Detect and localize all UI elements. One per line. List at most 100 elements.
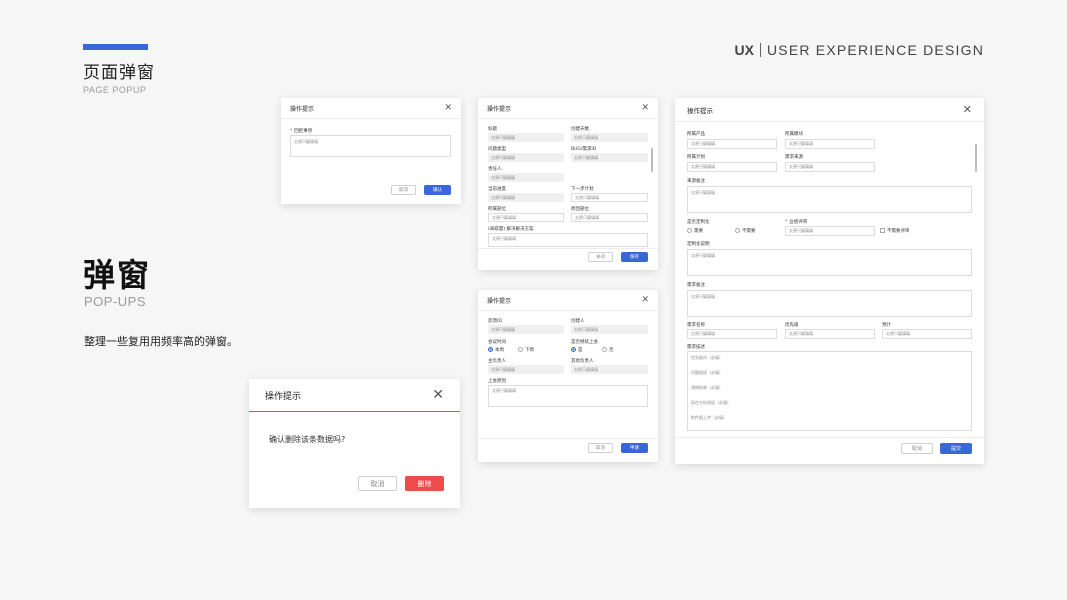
- desc-line: 附件图上传（必填）: [691, 415, 727, 420]
- field-label: 问题类型: [488, 147, 506, 152]
- dialog-meeting: 操作提示 ✕ 反馈ID 创建人 太原只疑填填 太原只疑填填 会议时间 是否继续上…: [478, 290, 658, 462]
- page-title: 页面弹窗: [83, 63, 155, 83]
- cancel-button[interactable]: 取消: [588, 443, 613, 453]
- field-label: 创建人: [571, 319, 585, 324]
- submit-button[interactable]: 提交: [940, 443, 972, 454]
- desc-line: 优先级评（必填）: [691, 355, 723, 360]
- cancel-button[interactable]: 取消: [358, 476, 397, 491]
- cancel-button[interactable]: 取消: [391, 185, 416, 195]
- footer-divider: [478, 248, 658, 249]
- save-button[interactable]: 保存: [621, 252, 648, 262]
- field-label: 定制化说明: [687, 242, 710, 247]
- brand-logo: UX: [734, 42, 754, 58]
- priority-field[interactable]: 太原只疑填填: [785, 329, 875, 339]
- field-label: 所属部位: [488, 207, 506, 212]
- close-icon[interactable]: ✕: [444, 103, 452, 113]
- field-label: 所属模块: [785, 132, 803, 137]
- close-icon[interactable]: ✕: [641, 295, 649, 305]
- product-field[interactable]: 太原只疑填填: [687, 139, 777, 149]
- page-subtitle: PAGE POPUP: [83, 85, 147, 95]
- custom-desc-textarea[interactable]: 太原只疑填填: [687, 249, 972, 276]
- solution-textarea[interactable]: 太原只疑填填: [488, 233, 648, 247]
- accent-bar: [83, 44, 148, 50]
- close-icon[interactable]: ✕: [432, 387, 444, 403]
- field-label: 需求描述: [687, 345, 705, 350]
- reason-textarea[interactable]: 太原只疑填填: [290, 135, 451, 157]
- main-owner-field[interactable]: 太原只疑填填: [488, 365, 564, 374]
- reason-textarea[interactable]: 太原只疑填填: [488, 385, 648, 407]
- dialog-title: 操作提示: [487, 297, 512, 305]
- module-select[interactable]: 太原只疑填填: [785, 139, 875, 149]
- progress-field[interactable]: 太原只疑填填: [488, 193, 564, 202]
- req-name-select[interactable]: 太原只疑填填: [687, 329, 777, 339]
- scrollbar[interactable]: [975, 144, 977, 172]
- feedback-id-field[interactable]: 太原只疑填填: [488, 325, 564, 334]
- dialog-small: 操作提示 ✕ * 回拒事项 太原只疑填填 取消 确认: [281, 98, 461, 204]
- field-label: 创建天数: [571, 127, 589, 132]
- dialog-title: 操作提示: [687, 106, 713, 115]
- close-button[interactable]: 关闭: [588, 252, 613, 262]
- field-label: BUG/需求ID: [571, 147, 597, 152]
- radio-no[interactable]: 否: [602, 347, 614, 353]
- field-label: 预计: [882, 323, 891, 328]
- source-note-textarea[interactable]: 太原只疑填填: [687, 186, 972, 213]
- brand-text: USER EXPERIENCE DESIGN: [767, 42, 984, 58]
- confirm-button[interactable]: 确认: [424, 185, 451, 195]
- desc-line: 预期结果（必填）: [691, 385, 723, 390]
- radio-need[interactable]: 需要: [687, 228, 703, 234]
- radio-this-week[interactable]: 本周: [488, 347, 504, 353]
- no-review-checkbox[interactable]: 不需要评审: [880, 228, 910, 234]
- dialog-title: 操作提示: [487, 105, 512, 113]
- other-owner-field[interactable]: 太原只疑填填: [571, 365, 648, 374]
- scrollbar[interactable]: [651, 148, 653, 172]
- cause-field[interactable]: 太原只疑填填: [571, 213, 648, 222]
- close-icon[interactable]: ✕: [641, 103, 649, 113]
- source-select[interactable]: 太原只疑填填: [785, 162, 875, 172]
- radio-yes[interactable]: 是: [571, 347, 583, 353]
- field-label: 是否定制化: [687, 220, 710, 225]
- footer-divider: [675, 437, 984, 438]
- radio-no-need[interactable]: 不需要: [735, 228, 756, 234]
- close-icon[interactable]: ✕: [963, 103, 972, 116]
- req-desc-textarea[interactable]: 优先级评（必填） 问题描述（必填） 预期结果（必填） 现在分析原因（必填） 附件…: [687, 351, 972, 431]
- estimate-field[interactable]: 太原只疑填填: [882, 329, 972, 339]
- field-label: 原因部位: [571, 207, 589, 212]
- cancel-button[interactable]: 取消: [901, 443, 933, 454]
- field-label: 当前进度: [488, 187, 506, 192]
- field-label: 上会原因: [488, 379, 506, 384]
- brand: UX USER EXPERIENCE DESIGN: [735, 42, 984, 58]
- position-field[interactable]: 太原只疑填填: [488, 213, 564, 222]
- brand-divider: [760, 43, 761, 57]
- field-label: 需求备注: [687, 283, 705, 288]
- plan-select[interactable]: 太原只疑填填: [687, 162, 777, 172]
- days-field[interactable]: 太原只疑填填: [571, 133, 648, 142]
- field-label: 优先级: [785, 323, 799, 328]
- desc-line: 现在分析原因（必填）: [691, 400, 731, 405]
- field-label: * 回拒事项: [290, 129, 313, 134]
- section-description: 整理一些复用用频率高的弹窗。: [84, 335, 238, 348]
- field-label: 所属产品: [687, 132, 705, 137]
- type-field[interactable]: 太原只疑填填: [488, 153, 564, 162]
- creator-field[interactable]: 太原只疑填填: [571, 325, 648, 334]
- review-select[interactable]: 太原只疑填填: [785, 226, 875, 236]
- field-label: 下一步计划: [571, 187, 594, 192]
- title-field[interactable]: 太原只疑填填: [488, 133, 564, 142]
- footer-divider: [478, 438, 658, 439]
- dialog-header: 操作提示 ✕: [478, 290, 658, 311]
- field-label: 其他负责人: [571, 359, 594, 364]
- owner-field[interactable]: 太原只疑填填: [488, 173, 564, 182]
- confirm-message: 确认删除该条数据吗?: [269, 435, 346, 444]
- req-note-textarea[interactable]: 太原只疑填填: [687, 290, 972, 317]
- section-subtitle: POP-UPS: [84, 294, 147, 309]
- dialog-title: 操作提示: [290, 105, 315, 113]
- bug-id-field[interactable]: 太原只疑填填: [571, 153, 648, 162]
- dialog-header: 操作提示 ✕: [675, 98, 984, 122]
- dialog-header: 操作提示 ✕: [478, 98, 658, 119]
- dialog-form: 操作提示 ✕ 标题 创建天数 太原只疑填填 太原只疑填填 问题类型 BUG/需求…: [478, 98, 658, 270]
- apply-button[interactable]: 申请: [621, 443, 648, 453]
- next-plan-field[interactable]: 太原只疑填填: [571, 193, 648, 202]
- dialog-requirement: 操作提示 ✕ 所属产品 所属模块 太原只疑填填 太原只疑填填 所属计划 需求来源…: [675, 98, 984, 464]
- delete-button[interactable]: 删除: [405, 476, 444, 491]
- field-label: 来源备注: [687, 179, 705, 184]
- radio-next-week[interactable]: 下周: [518, 347, 534, 353]
